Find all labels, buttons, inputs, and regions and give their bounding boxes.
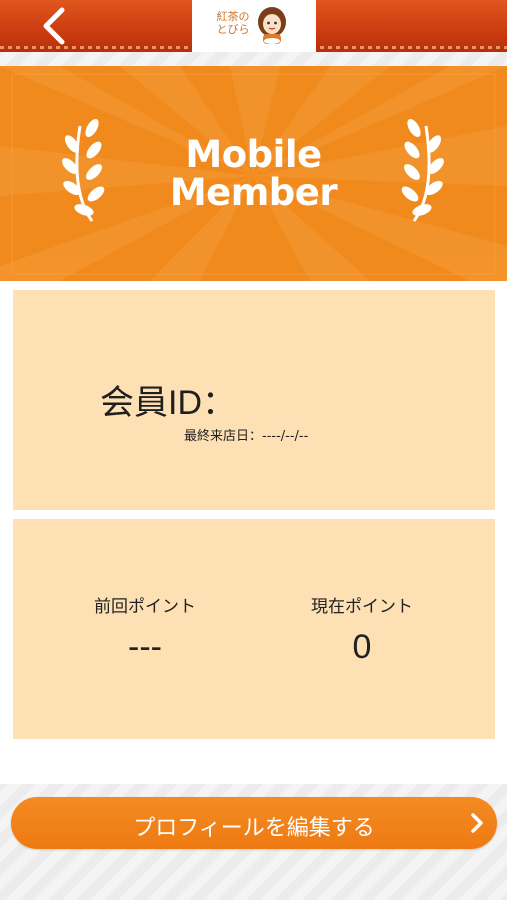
app-header: 紅茶の とびら (0, 0, 507, 52)
back-button[interactable] (34, 6, 74, 46)
app-logo: 紅茶の とびら (192, 0, 316, 52)
chevron-left-icon (43, 7, 65, 45)
previous-points-value: --- (128, 628, 162, 666)
last-visit-date: 最終来店日：----/--/-- (184, 429, 309, 444)
current-points-label: 現在ポイント (311, 597, 413, 617)
laurel-left-icon (62, 118, 105, 222)
chevron-right-icon (471, 813, 483, 833)
member-id-label: 会員ID： (100, 384, 236, 422)
member-id-card (13, 290, 495, 510)
mobile-member-banner: Mobile Member (0, 66, 507, 281)
laurel-right-icon (401, 118, 444, 222)
edit-profile-label: プロフィールを編集する (133, 816, 375, 841)
previous-points-label: 前回ポイント (94, 597, 196, 617)
edit-profile-button[interactable]: プロフィールを編集する (11, 797, 497, 849)
logo-text: 紅茶の とびら (216, 10, 250, 36)
current-points-value: 0 (352, 628, 372, 666)
mascot-icon (258, 7, 286, 44)
